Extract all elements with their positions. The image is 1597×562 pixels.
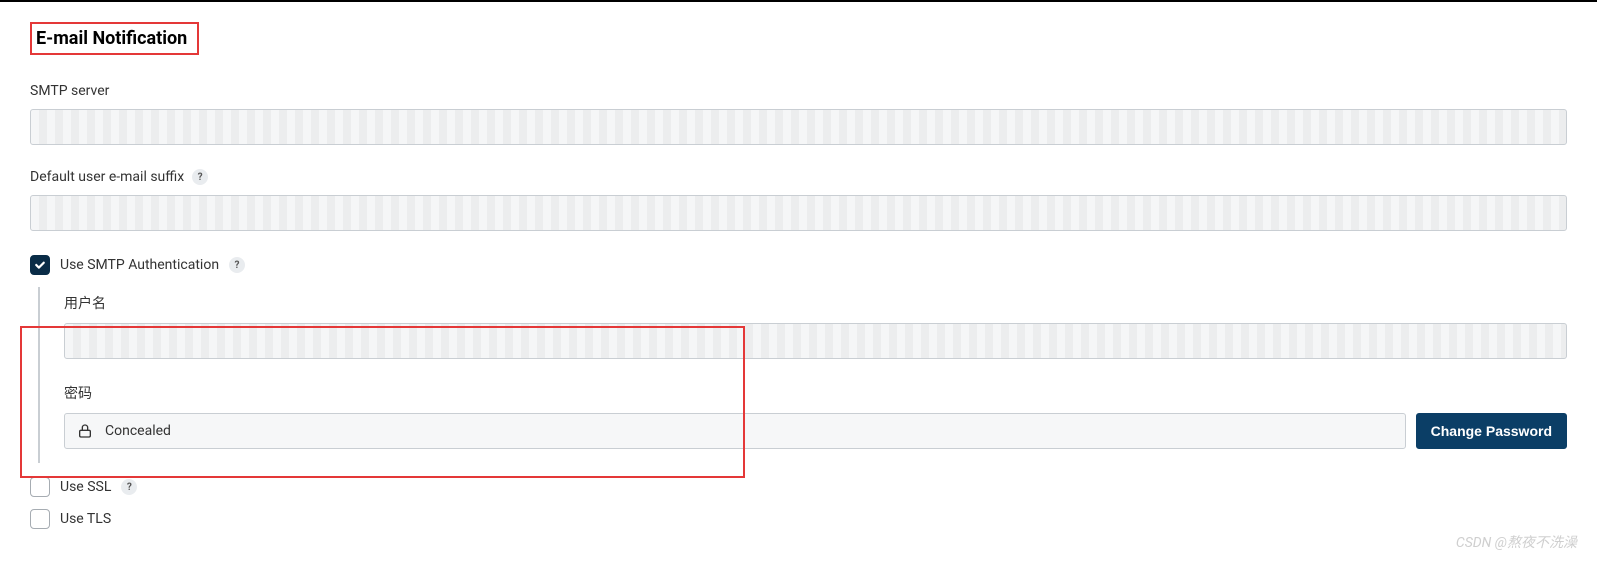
- use-smtp-auth-label: Use SMTP Authentication: [60, 257, 219, 273]
- smtp-server-input[interactable]: [30, 109, 1567, 145]
- username-input[interactable]: [64, 323, 1567, 359]
- help-icon[interactable]: ?: [229, 257, 245, 273]
- password-row: Concealed Change Password: [64, 413, 1567, 449]
- lock-icon: [77, 423, 93, 439]
- help-icon[interactable]: ?: [192, 169, 208, 185]
- use-smtp-auth-row: Use SMTP Authentication ?: [30, 255, 1567, 275]
- password-label: 密码: [64, 383, 1567, 403]
- default-suffix-label-text: Default user e-mail suffix: [30, 169, 184, 185]
- smtp-server-group: SMTP server: [30, 83, 1567, 145]
- use-tls-label: Use TLS: [60, 511, 111, 527]
- use-ssl-checkbox[interactable]: [30, 477, 50, 497]
- use-tls-row: Use TLS: [30, 509, 1567, 529]
- check-icon: [34, 259, 46, 271]
- use-ssl-row: Use SSL ?: [30, 477, 1567, 497]
- watermark: CSDN @熬夜不洗澡: [1456, 532, 1577, 552]
- change-password-button[interactable]: Change Password: [1416, 413, 1567, 449]
- password-group: 密码 Concealed Change Password: [64, 383, 1567, 449]
- smtp-server-label-text: SMTP server: [30, 83, 109, 99]
- use-tls-checkbox[interactable]: [30, 509, 50, 529]
- username-group: 用户名: [64, 293, 1567, 359]
- help-icon[interactable]: ?: [121, 479, 137, 495]
- use-smtp-auth-checkbox[interactable]: [30, 255, 50, 275]
- use-ssl-label: Use SSL: [60, 479, 111, 495]
- default-suffix-input[interactable]: [30, 195, 1567, 231]
- password-concealed-text: Concealed: [105, 423, 171, 439]
- smtp-server-label: SMTP server: [30, 83, 1567, 99]
- default-suffix-group: Default user e-mail suffix ?: [30, 169, 1567, 231]
- section-title: E-mail Notification: [30, 22, 199, 55]
- password-display: Concealed: [64, 413, 1406, 449]
- username-label: 用户名: [64, 293, 1567, 313]
- default-suffix-label: Default user e-mail suffix ?: [30, 169, 1567, 185]
- smtp-auth-nested: 用户名 密码 Concealed Change Password: [38, 287, 1567, 463]
